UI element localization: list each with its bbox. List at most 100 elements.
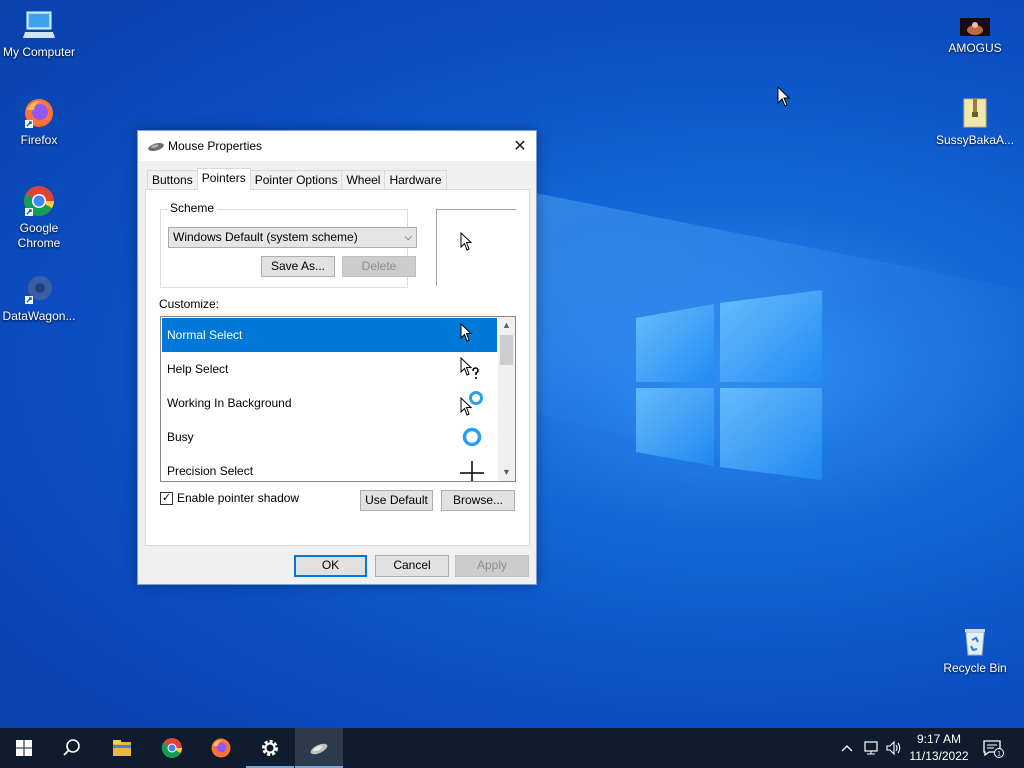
clock-date: 11/13/2022 [909, 749, 969, 763]
taskbar-mouse-properties[interactable] [295, 728, 343, 768]
busy-cursor-icon [459, 424, 485, 450]
desktop-icon-label: My Computer [2, 45, 76, 59]
firefox-icon [211, 738, 231, 758]
windows-start-icon [16, 740, 32, 756]
enable-pointer-shadow-checkbox[interactable]: ✓ Enable pointer shadow [160, 491, 299, 505]
tab-strip: Buttons Pointers Pointer Options Wheel H… [147, 168, 447, 190]
desktop-icon-label: AMOGUS [948, 41, 1002, 55]
speaker-icon [886, 740, 901, 756]
taskbar-chrome[interactable] [148, 728, 196, 768]
desktop-icon-label: SussyBakaA... [936, 133, 1015, 147]
checkmark-icon: ✓ [160, 491, 173, 505]
desktop-icon-label: Firefox [20, 133, 58, 147]
chrome-icon [22, 184, 56, 218]
chevron-up-icon [841, 745, 853, 752]
help-cursor-icon [459, 356, 485, 382]
list-item[interactable]: Help Select [162, 352, 497, 386]
taskbar-firefox[interactable] [197, 728, 245, 768]
scheme-dropdown[interactable]: Windows Default (system scheme) ⌵ [168, 227, 417, 248]
use-default-button[interactable]: Use Default [360, 490, 433, 511]
firefox-icon [22, 96, 56, 130]
action-center-button[interactable]: 1 [978, 728, 1008, 768]
pointer-name: Precision Select [167, 464, 254, 478]
desktop-icon-firefox[interactable]: Firefox [0, 96, 78, 148]
scheme-dropdown-value: Windows Default (system scheme) [173, 230, 358, 244]
save-as-button[interactable]: Save As... [261, 256, 335, 277]
mouse-icon [310, 743, 328, 755]
pointer-name: Help Select [167, 362, 229, 376]
scroll-up-arrow-icon[interactable]: ▲ [498, 317, 515, 334]
folder-icon [113, 740, 131, 756]
system-clock[interactable]: 9:17 AM 11/13/2022 [903, 731, 975, 765]
scheme-groupbox: Scheme Windows Default (system scheme) ⌵… [160, 201, 417, 288]
list-item[interactable]: Precision Select [162, 454, 497, 481]
desktop-icon-datawagon[interactable]: DataWagon... [0, 272, 78, 324]
browse-button[interactable]: Browse... [441, 490, 515, 511]
windows-logo-wallpaper [636, 290, 822, 480]
list-item[interactable]: Working In Background [162, 386, 497, 420]
desktop-icon-chrome[interactable]: Google Chrome [0, 184, 78, 251]
list-item[interactable]: Normal Select [162, 318, 497, 352]
close-button[interactable]: ✕ [504, 131, 536, 161]
taskbar: 9:17 AM 11/13/2022 1 [0, 728, 1024, 768]
start-button[interactable] [0, 728, 48, 768]
close-icon: ✕ [513, 138, 527, 155]
gear-app-icon [22, 272, 56, 306]
tab-buttons[interactable]: Buttons [147, 170, 198, 190]
recycle-bin-icon [958, 624, 992, 658]
cancel-button[interactable]: Cancel [375, 555, 449, 577]
desktop-icon-sussybaka[interactable]: SussyBakaA... [936, 96, 1014, 148]
scroll-down-arrow-icon[interactable]: ▼ [498, 464, 515, 481]
dialog-title: Mouse Properties [168, 139, 263, 153]
list-scrollbar[interactable]: ▲ ▼ [498, 317, 515, 481]
desktop-icon-amogus[interactable]: AMOGUS [936, 16, 1014, 56]
arrow-cursor-icon [460, 231, 473, 252]
list-item[interactable]: Busy [162, 420, 497, 454]
customize-label: Customize: [159, 297, 220, 311]
search-icon [63, 739, 80, 756]
apply-button[interactable]: Apply [455, 555, 529, 577]
arrow-cursor-icon [459, 322, 485, 348]
image-thumbnail-icon [958, 16, 992, 38]
desktop-icon-my-computer[interactable]: My Computer [0, 8, 78, 60]
notification-count: 1 [997, 751, 1001, 758]
cursor-preview [436, 209, 516, 286]
network-button[interactable] [860, 728, 882, 768]
pointer-name: Busy [167, 430, 194, 444]
mouse-properties-dialog: Mouse Properties ✕ Buttons Pointers Poin… [137, 130, 537, 585]
pointer-name: Working In Background [167, 396, 292, 410]
desktop-icon-recycle-bin[interactable]: Recycle Bin [936, 624, 1014, 676]
gear-icon [262, 740, 278, 756]
mouse-cursor-icon [777, 85, 791, 108]
taskbar-file-explorer[interactable] [98, 728, 146, 768]
mouse-icon [147, 141, 165, 151]
pointer-name: Normal Select [167, 328, 243, 342]
scroll-thumb[interactable] [500, 335, 513, 365]
tab-pointer-options[interactable]: Pointer Options [249, 170, 343, 190]
desktop-icon-label: Google Chrome [17, 221, 61, 250]
clock-time: 9:17 AM [916, 732, 962, 746]
volume-button[interactable] [884, 728, 904, 768]
checkbox-label: Enable pointer shadow [177, 491, 300, 505]
pointer-list[interactable]: Normal Select Help Select Working In Bac… [160, 316, 516, 482]
notification-icon: 1 [983, 740, 1004, 758]
search-button[interactable] [48, 728, 96, 768]
tab-hardware[interactable]: Hardware [384, 170, 447, 190]
dialog-titlebar[interactable]: Mouse Properties ✕ [138, 131, 536, 161]
pointers-tab-panel: Scheme Windows Default (system scheme) ⌵… [145, 189, 530, 546]
desktop-icon-label: DataWagon... [2, 309, 76, 323]
taskbar-settings[interactable] [246, 728, 294, 768]
desktop-icon-label: Recycle Bin [943, 661, 1007, 675]
tab-pointers[interactable]: Pointers [196, 168, 251, 190]
zip-folder-icon [958, 96, 992, 130]
working-cursor-icon [459, 390, 485, 416]
crosshair-cursor-icon [459, 458, 485, 481]
tab-wheel[interactable]: Wheel [341, 170, 386, 190]
delete-button[interactable]: Delete [342, 256, 416, 277]
ok-button[interactable]: OK [294, 555, 367, 577]
chevron-down-icon: ⌵ [404, 232, 412, 243]
show-hidden-icons-button[interactable] [838, 728, 856, 768]
computer-icon [22, 8, 56, 42]
chrome-icon [161, 738, 182, 758]
scheme-label: Scheme [167, 201, 218, 215]
